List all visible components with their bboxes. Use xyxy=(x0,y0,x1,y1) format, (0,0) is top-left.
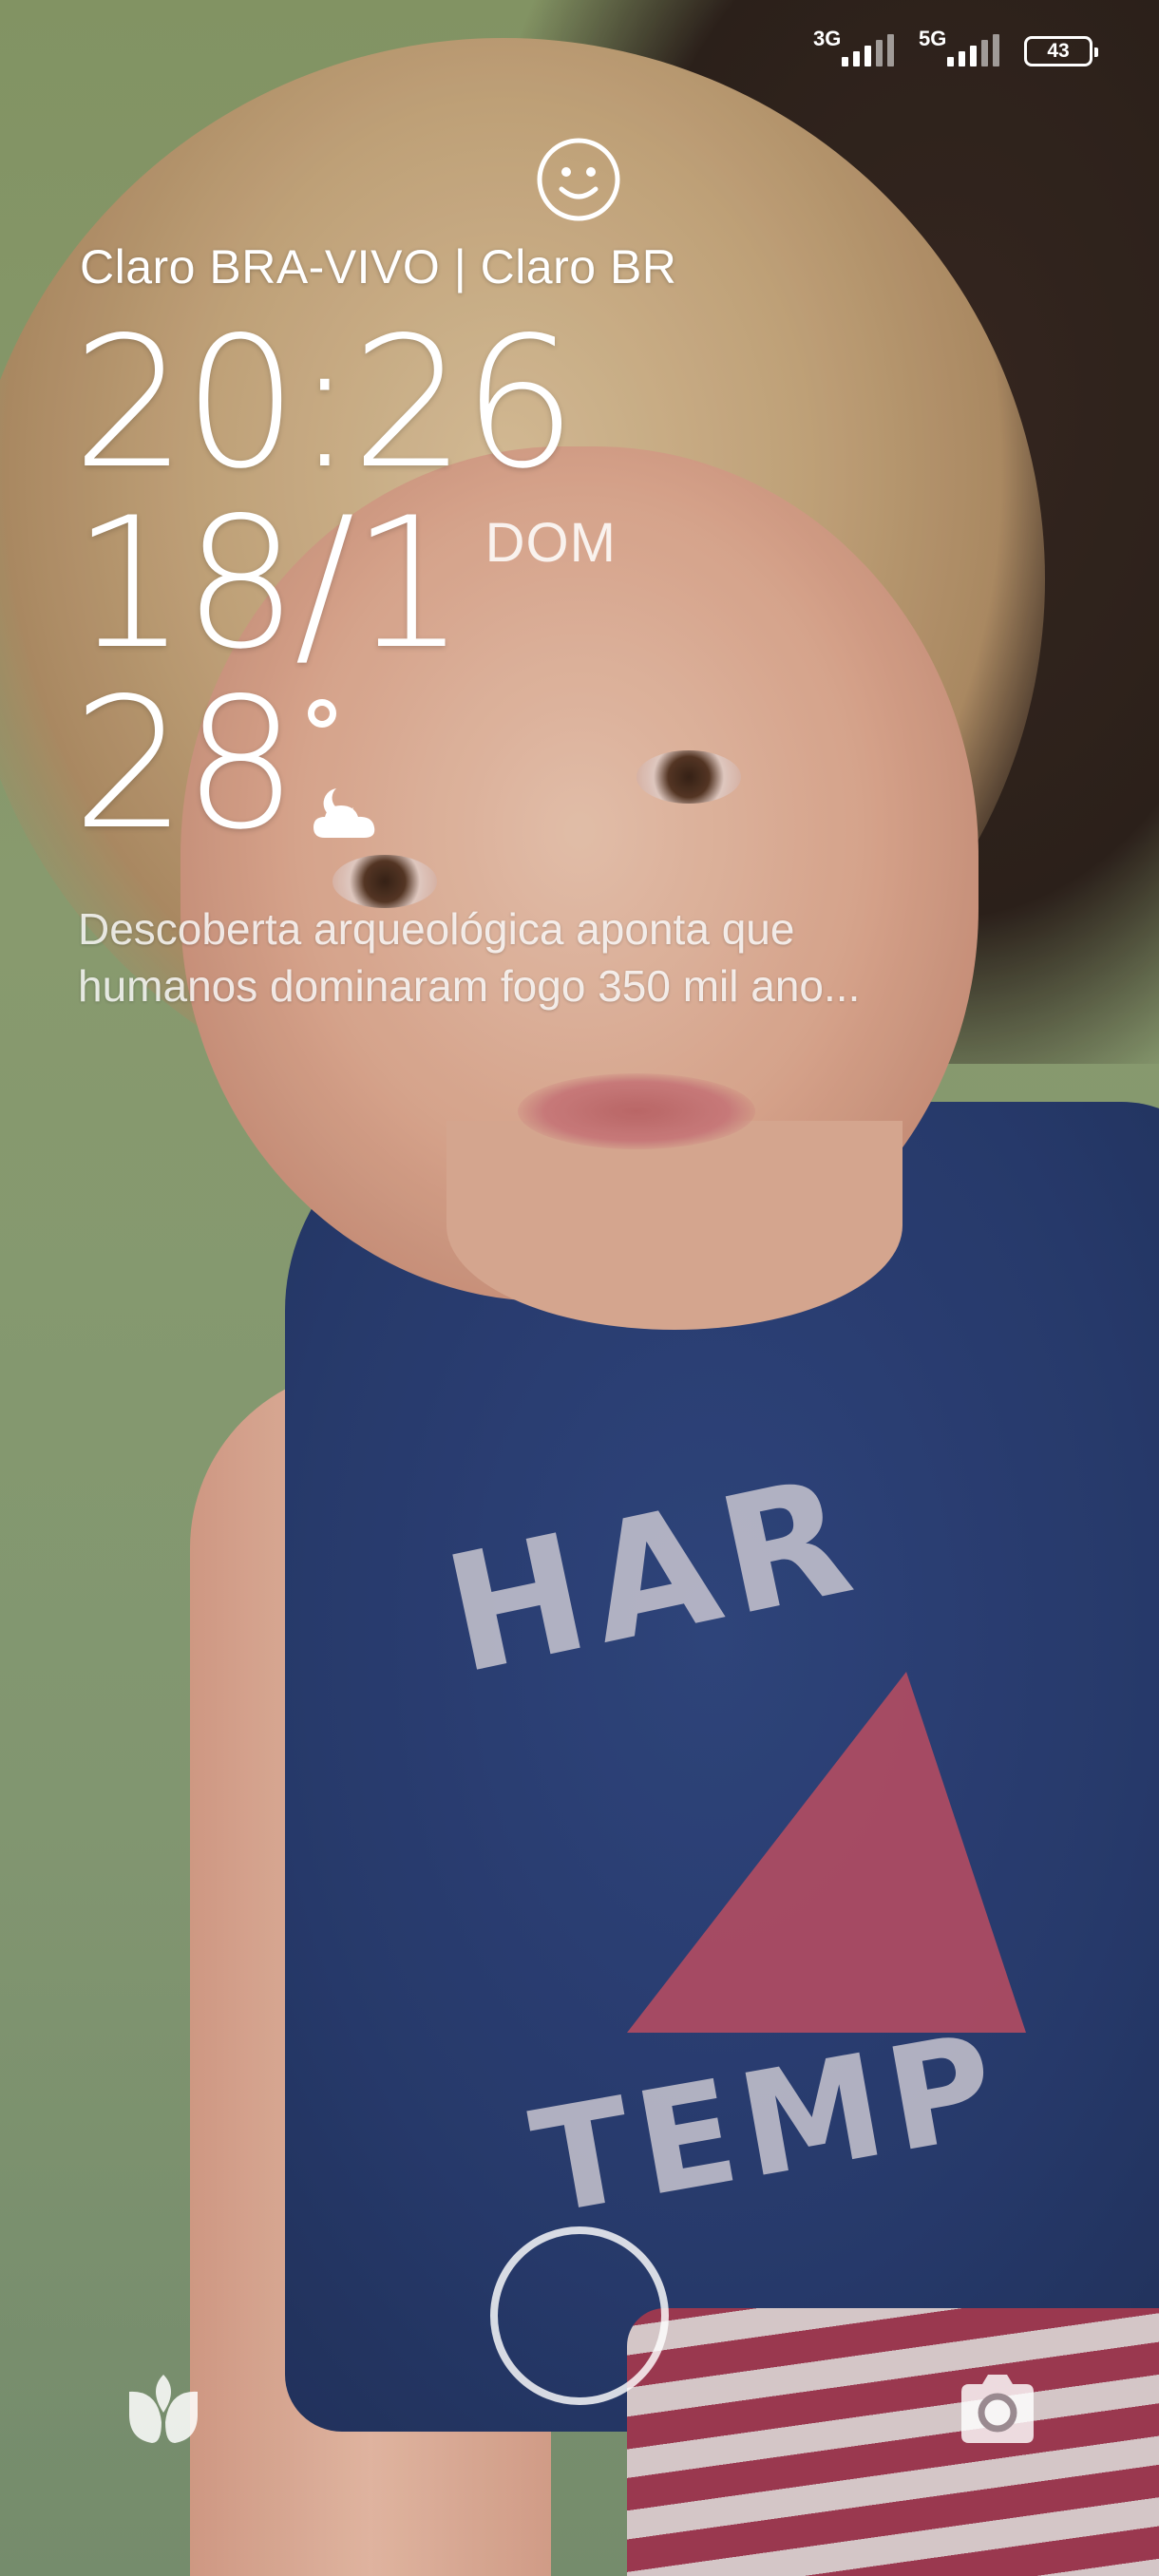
unlock-ring[interactable] xyxy=(490,2226,669,2405)
battery-level: 43 xyxy=(1047,40,1070,62)
news-line: humanos dominaram fogo 350 mil ano... xyxy=(78,961,861,1011)
petals-icon[interactable] xyxy=(120,2363,207,2451)
news-headline[interactable]: Descoberta arqueológica aponta que human… xyxy=(78,900,1009,1014)
news-line: Descoberta arqueológica aponta que xyxy=(78,904,795,954)
clock-time: 20:26 xyxy=(72,298,578,508)
network-type-label: 5G xyxy=(919,27,947,50)
signal-icon: 5G xyxy=(919,28,999,66)
partly-cloudy-night-icon xyxy=(313,788,375,838)
lock-screen: HAR TEMP 3G 5G 43 Claro BRA-VIVO | Claro… xyxy=(0,0,1159,2576)
clock-date: 18/1 xyxy=(72,479,466,689)
weather-widget[interactable]: 28 xyxy=(72,674,390,855)
temperature-value: 28 xyxy=(72,659,298,869)
camera-icon[interactable] xyxy=(954,2371,1041,2447)
battery-icon: 43 xyxy=(1024,36,1098,66)
weekday-label: DOM xyxy=(484,512,617,574)
date-row: 18/1 DOM xyxy=(72,494,617,674)
network-type-label: 3G xyxy=(813,27,842,50)
smiley-icon[interactable] xyxy=(535,136,622,223)
status-bar: 3G 5G 43 xyxy=(813,28,1098,66)
degree-symbol xyxy=(307,699,336,728)
carrier-label: Claro BRA-VIVO | Claro BR xyxy=(80,240,677,294)
signal-icon: 3G xyxy=(813,28,894,66)
